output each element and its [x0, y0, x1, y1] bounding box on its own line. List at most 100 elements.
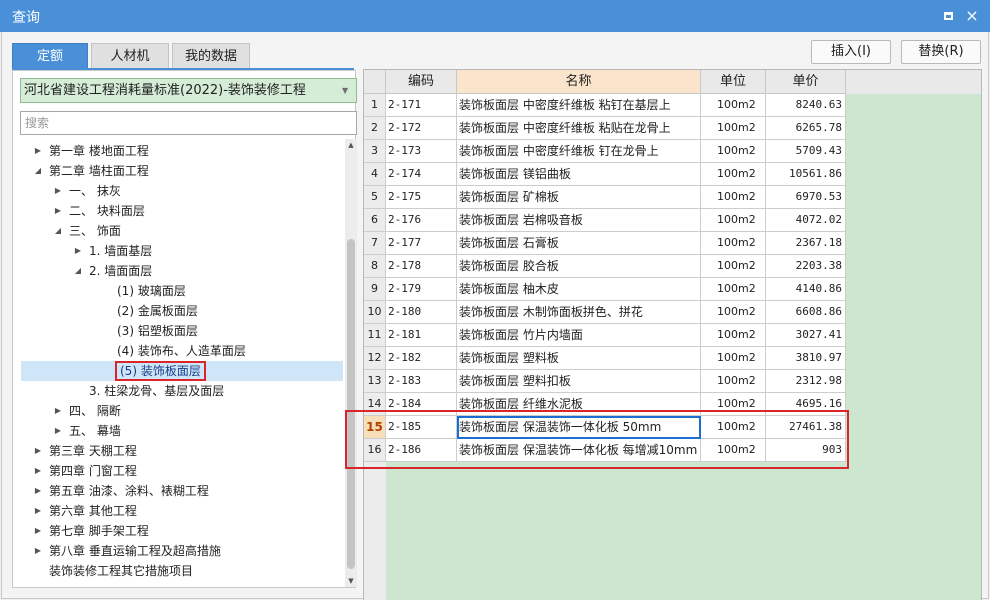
tree-item[interactable]: ▶ 第三章 天棚工程 [21, 441, 343, 461]
tree-item[interactable]: 装饰装修工程其它措施项目 [21, 561, 343, 581]
code-cell[interactable]: 2-182 [386, 347, 457, 370]
tree-item[interactable]: (1) 玻璃面层 [21, 281, 343, 301]
name-cell[interactable]: 装饰板面层 竹片内墙面 [457, 324, 701, 347]
tree-item[interactable]: (2) 金属板面层 [21, 301, 343, 321]
table-row[interactable]: 7 2-177 装饰板面层 石膏板 100m2 2367.18 [364, 232, 846, 255]
name-cell[interactable]: 装饰板面层 木制饰面板拼色、拼花 [457, 301, 701, 324]
tree-item[interactable]: ▶ 第八章 垂直运输工程及超高措施 [21, 541, 343, 561]
name-cell[interactable]: 装饰板面层 中密度纤维板 粘贴在龙骨上 [457, 117, 701, 140]
code-cell[interactable]: 2-178 [386, 255, 457, 278]
unit-cell[interactable]: 100m2 [701, 94, 766, 117]
standard-select[interactable]: 河北省建设工程消耗量标准(2022)-装饰装修工程 ▼ [20, 78, 357, 103]
price-cell[interactable]: 903 [766, 439, 846, 462]
table-row[interactable]: 10 2-180 装饰板面层 木制饰面板拼色、拼花 100m2 6608.86 [364, 301, 846, 324]
table-row[interactable]: 2 2-172 装饰板面层 中密度纤维板 粘贴在龙骨上 100m2 6265.78 [364, 117, 846, 140]
table-row[interactable]: 9 2-179 装饰板面层 柚木皮 100m2 4140.86 [364, 278, 846, 301]
insert-button[interactable]: 插入(I) [811, 40, 891, 64]
tree-item[interactable]: ▶ 四、 隔断 [21, 401, 343, 421]
expand-icon[interactable]: ▶ [33, 481, 43, 501]
tab-quota[interactable]: 定额 [12, 43, 88, 69]
price-cell[interactable]: 4072.02 [766, 209, 846, 232]
unit-cell[interactable]: 100m2 [701, 301, 766, 324]
row-number-cell[interactable]: 14 [364, 393, 386, 416]
close-icon[interactable]: × [962, 6, 982, 26]
row-number-cell[interactable]: 10 [364, 301, 386, 324]
code-cell[interactable]: 2-185 [386, 416, 457, 439]
chevron-down-icon[interactable]: ▼ [342, 79, 352, 102]
name-cell[interactable]: 装饰板面层 塑料板 [457, 347, 701, 370]
unit-cell[interactable]: 100m2 [701, 140, 766, 163]
name-cell[interactable]: 装饰板面层 胶合板 [457, 255, 701, 278]
column-header-code[interactable]: 编码 [386, 70, 457, 94]
row-number-cell[interactable]: 12 [364, 347, 386, 370]
row-number-cell[interactable]: 1 [364, 94, 386, 117]
maximize-icon[interactable] [938, 6, 958, 26]
expand-icon[interactable]: ▶ [33, 461, 43, 481]
tab-my-data[interactable]: 我的数据 [172, 43, 250, 69]
tree-item[interactable]: (3) 铝塑板面层 [21, 321, 343, 341]
name-cell[interactable]: 装饰板面层 中密度纤维板 粘钉在基层上 [457, 94, 701, 117]
code-cell[interactable]: 2-175 [386, 186, 457, 209]
row-number-cell[interactable]: 5 [364, 186, 386, 209]
tree-item[interactable]: ▶ 一、 抹灰 [21, 181, 343, 201]
unit-cell[interactable]: 100m2 [701, 347, 766, 370]
collapse-icon[interactable]: ◢ [33, 161, 43, 181]
expand-icon[interactable]: ▶ [33, 501, 43, 521]
tree-item[interactable]: ▶ 五、 幕墙 [21, 421, 343, 441]
search-box[interactable] [20, 111, 357, 135]
price-cell[interactable]: 3027.41 [766, 324, 846, 347]
tree-item[interactable]: (4) 装饰布、人造革面层 [21, 341, 343, 361]
unit-cell[interactable]: 100m2 [701, 117, 766, 140]
row-number-cell[interactable]: 3 [364, 140, 386, 163]
name-cell[interactable]: 装饰板面层 岩棉吸音板 [457, 209, 701, 232]
tree-item[interactable]: ▶ 第七章 脚手架工程 [21, 521, 343, 541]
code-cell[interactable]: 2-184 [386, 393, 457, 416]
row-number-cell[interactable]: 6 [364, 209, 386, 232]
tree-item[interactable]: ◢ 第二章 墙柱面工程 [21, 161, 343, 181]
unit-cell[interactable]: 100m2 [701, 370, 766, 393]
tree-item[interactable]: (5) 装饰板面层 [21, 361, 343, 381]
expand-icon[interactable]: ▶ [33, 521, 43, 541]
expand-icon[interactable]: ▶ [53, 401, 63, 421]
table-row[interactable]: 5 2-175 装饰板面层 矿棉板 100m2 6970.53 [364, 186, 846, 209]
code-cell[interactable]: 2-179 [386, 278, 457, 301]
price-cell[interactable]: 6608.86 [766, 301, 846, 324]
tab-labor-material-machine[interactable]: 人材机 [91, 43, 169, 69]
price-cell[interactable]: 5709.43 [766, 140, 846, 163]
expand-icon[interactable]: ▶ [53, 181, 63, 201]
row-number-cell[interactable]: 11 [364, 324, 386, 347]
price-cell[interactable]: 2367.18 [766, 232, 846, 255]
code-cell[interactable]: 2-173 [386, 140, 457, 163]
name-cell[interactable]: 装饰板面层 中密度纤维板 钉在龙骨上 [457, 140, 701, 163]
expand-icon[interactable]: ▶ [33, 141, 43, 161]
name-cell[interactable]: 装饰板面层 柚木皮 [457, 278, 701, 301]
column-header-unit[interactable]: 单位 [701, 70, 766, 94]
price-cell[interactable]: 3810.97 [766, 347, 846, 370]
name-cell[interactable]: 装饰板面层 石膏板 [457, 232, 701, 255]
table-row[interactable]: 15 2-185 装饰板面层 保温装饰一体化板 50mm 100m2 27461.38 [364, 416, 846, 439]
tree-item[interactable]: ▶ 第四章 门窗工程 [21, 461, 343, 481]
price-cell[interactable]: 4140.86 [766, 278, 846, 301]
unit-cell[interactable]: 100m2 [701, 209, 766, 232]
price-cell[interactable]: 10561.86 [766, 163, 846, 186]
name-cell[interactable]: 装饰板面层 纤维水泥板 [457, 393, 701, 416]
unit-cell[interactable]: 100m2 [701, 439, 766, 462]
row-number-cell[interactable]: 7 [364, 232, 386, 255]
unit-cell[interactable]: 100m2 [701, 186, 766, 209]
scroll-up-icon[interactable]: ▲ [345, 139, 357, 151]
unit-cell[interactable]: 100m2 [701, 232, 766, 255]
tree-item[interactable]: ◢ 三、 饰面 [21, 221, 343, 241]
scroll-down-icon[interactable]: ▼ [345, 575, 357, 587]
code-cell[interactable]: 2-181 [386, 324, 457, 347]
table-row[interactable]: 12 2-182 装饰板面层 塑料板 100m2 3810.97 [364, 347, 846, 370]
code-cell[interactable]: 2-176 [386, 209, 457, 232]
tree-item[interactable]: ▶ 1. 墙面基层 [21, 241, 343, 261]
table-row[interactable]: 3 2-173 装饰板面层 中密度纤维板 钉在龙骨上 100m2 5709.43 [364, 140, 846, 163]
row-number-cell[interactable]: 2 [364, 117, 386, 140]
tree-item[interactable]: ▶ 第五章 油漆、涂料、裱糊工程 [21, 481, 343, 501]
price-cell[interactable]: 8240.63 [766, 94, 846, 117]
code-cell[interactable]: 2-186 [386, 439, 457, 462]
price-cell[interactable]: 6265.78 [766, 117, 846, 140]
unit-cell[interactable]: 100m2 [701, 255, 766, 278]
column-header-name[interactable]: 名称 [457, 70, 701, 94]
